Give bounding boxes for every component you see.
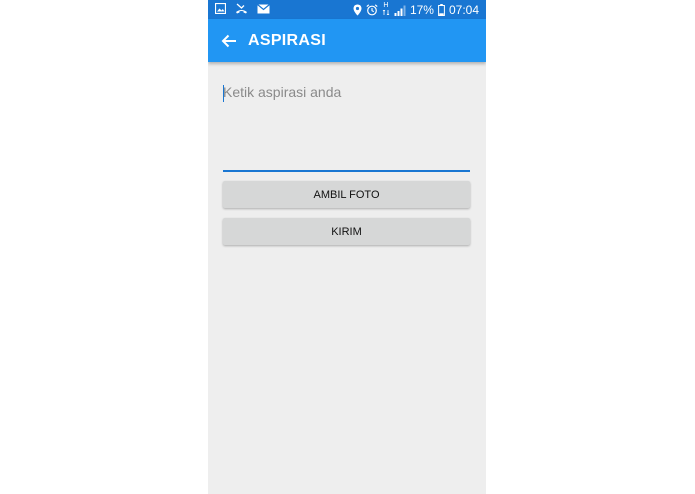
location-icon [353,4,362,16]
gallery-icon [214,2,227,15]
page-title: ASPIRASI [248,32,326,49]
network-type-icon: H [382,2,390,18]
status-left-icons [214,2,270,15]
battery-icon [438,4,445,16]
take-photo-button[interactable]: AMBIL FOTO [223,181,470,208]
battery-percent: 17% [409,3,434,17]
status-bar: H 17% 07:04 [208,0,486,19]
text-cursor [223,85,224,102]
missed-call-icon [235,3,248,14]
signal-icon [394,5,406,16]
aspiration-input-container [223,80,470,172]
alarm-icon [366,4,378,16]
mail-icon [257,3,270,14]
status-right-icons: H 17% 07:04 [353,2,479,18]
phone-screen: H 17% 07:04 ASPIRASI AMBIL FOTO KIRIM [208,0,486,494]
status-time: 07:04 [448,3,479,17]
back-arrow-icon[interactable] [218,30,240,52]
send-button[interactable]: KIRIM [223,218,470,245]
aspiration-input[interactable] [223,80,470,164]
app-bar: ASPIRASI [208,19,486,62]
